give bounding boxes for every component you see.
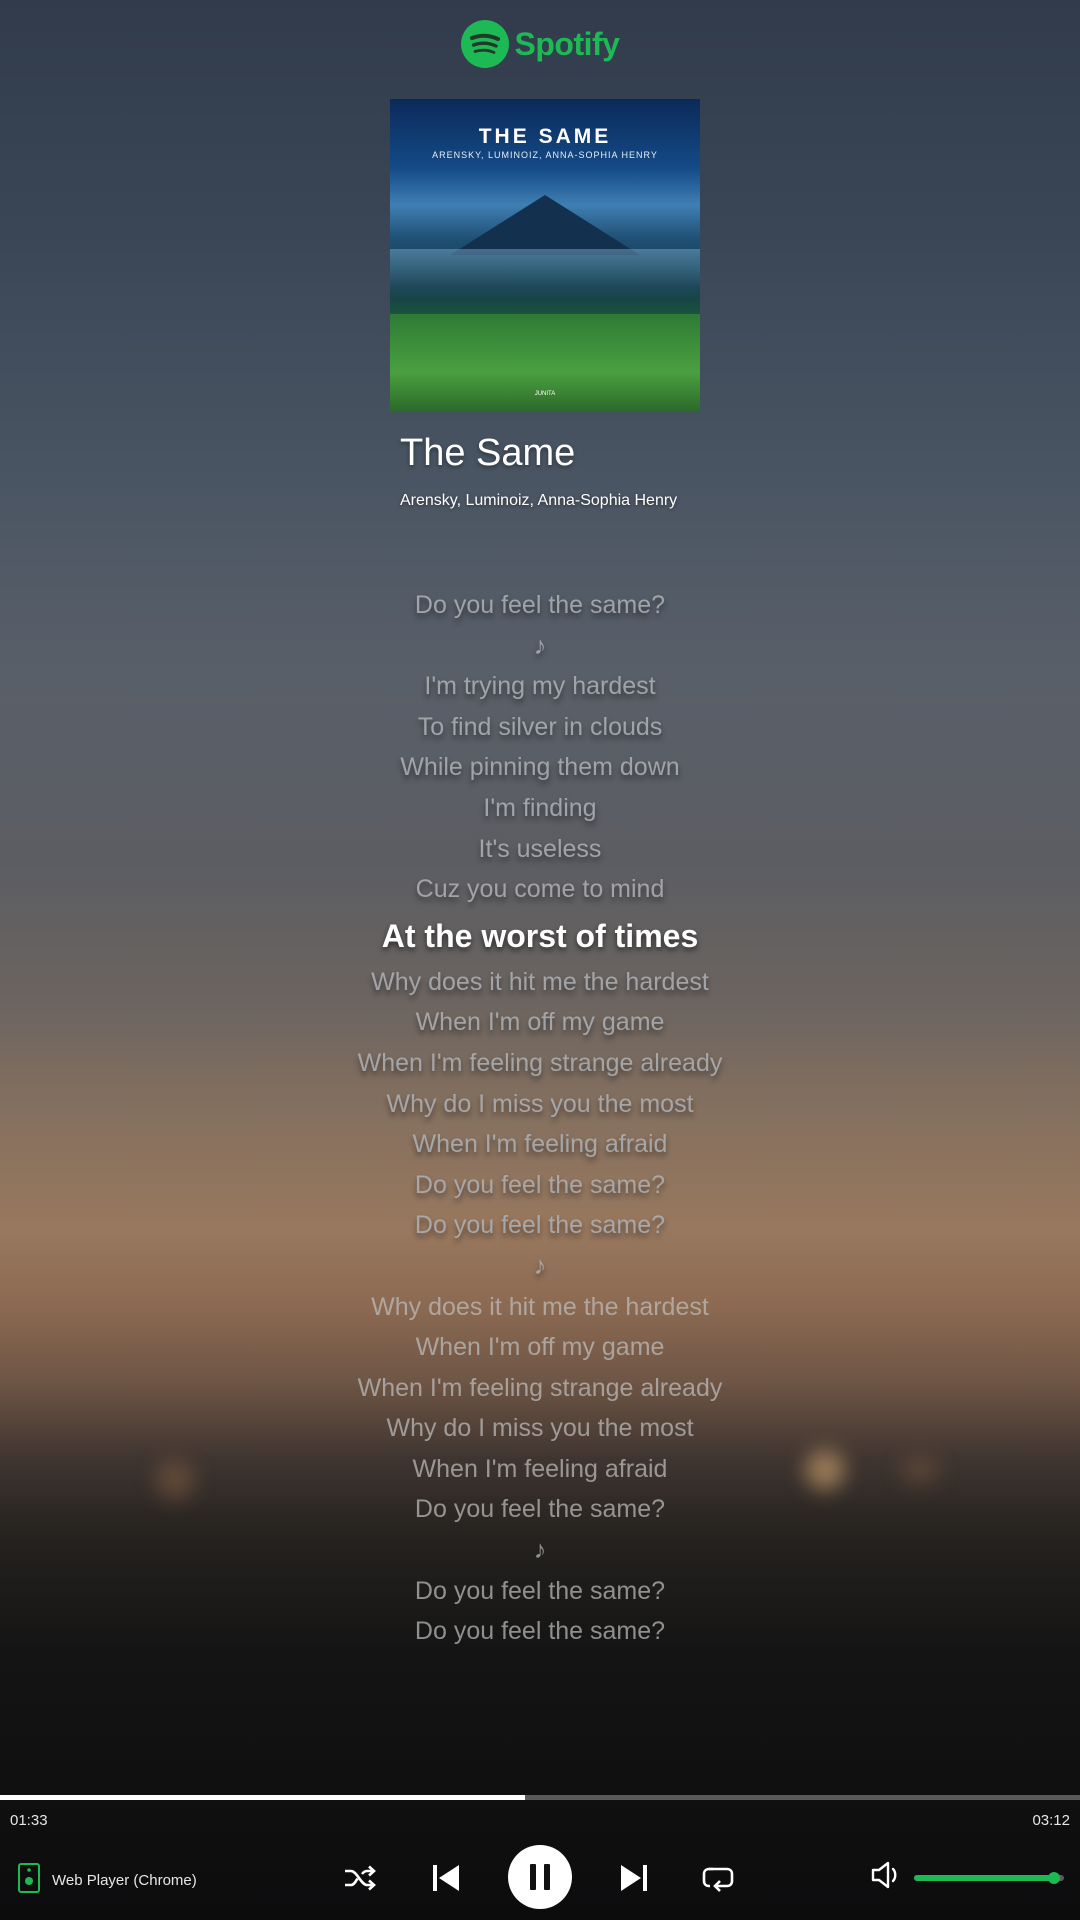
track-artists: Arensky, Luminoiz, Anna-Sophia Henry — [400, 492, 678, 509]
volume-slider[interactable] — [914, 1871, 1064, 1884]
lyric-line[interactable]: Do you feel the same? — [0, 1611, 1080, 1652]
lyric-line[interactable]: ♪ — [0, 626, 1080, 667]
lyrics-panel: Do you feel the same? ♪ I'm trying my hard… — [0, 585, 1080, 1652]
play-pause-button[interactable] — [508, 1845, 572, 1909]
previous-button[interactable] — [426, 1858, 466, 1898]
skip-next-icon — [621, 1865, 647, 1891]
total-time: 03:12 — [1032, 1812, 1070, 1829]
volume-control[interactable] — [870, 1860, 1064, 1895]
cover-mist — [390, 249, 700, 299]
lyric-line[interactable]: It's useless — [0, 829, 1080, 870]
lyric-line[interactable]: When I'm feeling strange already — [0, 1368, 1080, 1409]
lyric-line[interactable]: Why do I miss you the most — [0, 1408, 1080, 1449]
lyric-line[interactable]: When I'm off my game — [0, 1002, 1080, 1043]
spotify-logo: Spotify — [0, 20, 1080, 68]
progress-bar[interactable] — [0, 1795, 1080, 1800]
spotify-icon — [460, 20, 509, 68]
lyric-line[interactable]: Do you feel the same? — [0, 1571, 1080, 1612]
volume-fill — [914, 1874, 1054, 1881]
cover-mountain — [450, 195, 640, 255]
lyric-line[interactable]: Why does it hit me the hardest — [0, 1287, 1080, 1328]
lyric-line[interactable]: I'm finding — [0, 788, 1080, 829]
track-title: The Same — [400, 432, 576, 474]
lyric-line-active[interactable]: At the worst of times — [0, 910, 1080, 962]
cover-artists: ARENSKY, LUMINOIZ, ANNA-SOPHIA HENRY — [432, 150, 658, 160]
progress-fill — [0, 1795, 525, 1800]
lyric-line[interactable]: I'm trying my hardest — [0, 666, 1080, 707]
repeat-button[interactable] — [698, 1858, 738, 1898]
elapsed-time: 01:33 — [10, 1812, 48, 1829]
cover-title: THE SAME — [478, 125, 612, 148]
lyric-line[interactable]: Cuz you come to mind — [0, 869, 1080, 910]
app-name: Spotify — [514, 25, 620, 62]
lyric-line[interactable]: When I'm off my game — [0, 1327, 1080, 1368]
lyric-line[interactable]: When I'm feeling afraid — [0, 1124, 1080, 1165]
lyric-line[interactable]: Do you feel the same? — [0, 1165, 1080, 1206]
volume-knob[interactable] — [1047, 1871, 1060, 1884]
lyric-line[interactable]: Do you feel the same? — [0, 585, 1080, 626]
lyric-line[interactable]: Why do I miss you the most — [0, 1084, 1080, 1125]
lyric-line[interactable]: While pinning them down — [0, 747, 1080, 788]
shuffle-button[interactable] — [340, 1858, 380, 1898]
cover-label: JUNITA — [534, 391, 556, 397]
volume-icon[interactable] — [870, 1860, 904, 1895]
next-button[interactable] — [614, 1858, 654, 1898]
lyric-line[interactable]: When I'm feeling afraid — [0, 1449, 1080, 1490]
lyric-line[interactable]: When I'm feeling strange already — [0, 1043, 1080, 1084]
pause-icon — [530, 1864, 550, 1890]
lyric-line[interactable]: ♪ — [0, 1246, 1080, 1287]
lyric-line[interactable]: Why does it hit me the hardest — [0, 962, 1080, 1003]
lyric-line[interactable]: Do you feel the same? — [0, 1489, 1080, 1530]
lyric-line[interactable]: To find silver in clouds — [0, 707, 1080, 748]
shuffle-icon — [345, 1865, 376, 1891]
skip-previous-icon — [433, 1865, 459, 1891]
lyric-line[interactable]: Do you feel the same? — [0, 1205, 1080, 1246]
lyric-line[interactable]: ♪ — [0, 1530, 1080, 1571]
repeat-icon — [702, 1867, 734, 1892]
album-cover: THE SAME ARENSKY, LUMINOIZ, ANNA-SOPHIA … — [390, 99, 700, 411]
